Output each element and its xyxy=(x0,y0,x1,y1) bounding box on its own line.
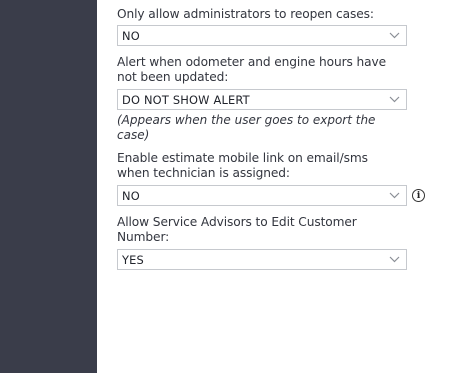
setting-label: Allow Service Advisors to Edit Customer … xyxy=(117,215,357,244)
chevron-down-icon xyxy=(388,189,401,202)
setting-note: (Appears when the user goes to export th… xyxy=(117,113,376,142)
setting-label: Only allow administrators to reopen case… xyxy=(117,7,374,21)
estimate-link-select[interactable]: NO xyxy=(117,185,407,206)
edit-customer-number-select[interactable]: YES xyxy=(117,249,407,270)
odometer-alert-select[interactable]: DO NOT SHOW ALERT xyxy=(117,89,407,110)
chevron-down-icon xyxy=(388,29,401,42)
chevron-down-icon xyxy=(388,253,401,266)
info-icon[interactable]: i xyxy=(412,189,425,202)
select-value: DO NOT SHOW ALERT xyxy=(122,92,250,107)
select-value: YES xyxy=(122,252,144,267)
reopen-cases-select[interactable]: NO xyxy=(117,25,407,46)
select-value: NO xyxy=(122,28,140,43)
select-value: NO xyxy=(122,188,140,203)
chevron-down-icon xyxy=(388,93,401,106)
estimate-link-row: NO i xyxy=(117,185,425,206)
setting-label: Enable estimate mobile link on email/sms… xyxy=(117,151,368,180)
setting-reopen-cases: Only allow administrators to reopen case… xyxy=(117,7,407,22)
setting-label: Alert when odometer and engine hours hav… xyxy=(117,55,387,84)
sidebar xyxy=(0,0,97,373)
